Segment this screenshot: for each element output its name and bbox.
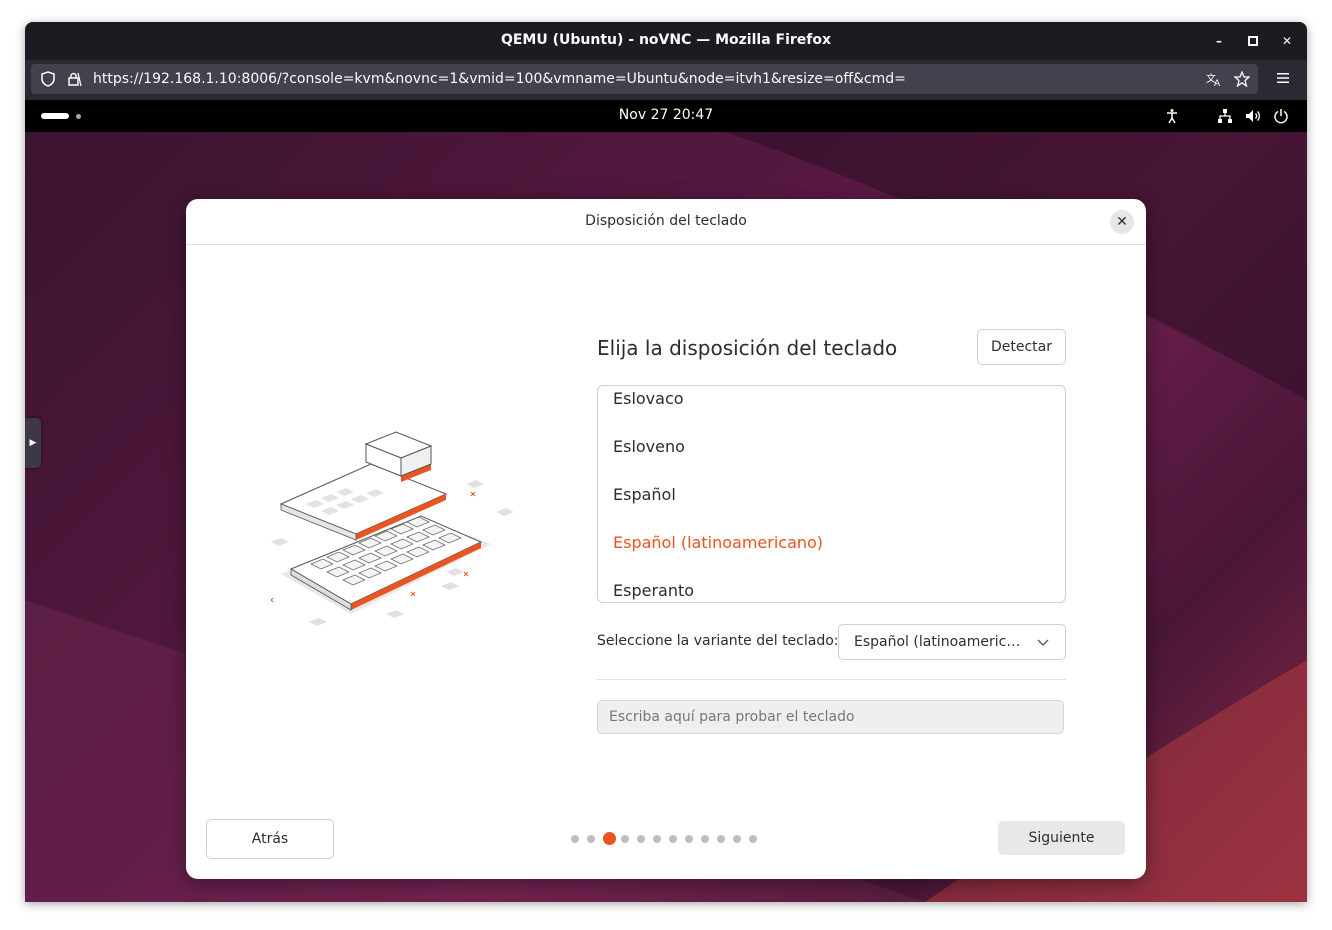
list-item-selected[interactable]: Español (latinoamericano) — [613, 533, 823, 552]
keyboard-layout-dialog: Disposición del teclado ✕ Elija la dispo… — [186, 199, 1146, 879]
variant-label: Seleccione la variante del teclado: — [597, 633, 839, 649]
network-icon[interactable] — [1217, 108, 1233, 124]
novnc-control-bar-handle[interactable]: ▶ — [25, 418, 41, 468]
step-dot — [571, 835, 579, 843]
list-item[interactable]: Esloveno — [613, 437, 685, 456]
svg-text:A: A — [1214, 79, 1221, 87]
list-item[interactable]: Eslovaco — [613, 389, 684, 408]
keyboard-test-input[interactable] — [597, 700, 1064, 734]
navigation-bar: https://192.168.1.10:8006/?console=kvm&n… — [25, 60, 1307, 100]
close-dialog-button[interactable]: ✕ — [1110, 210, 1134, 234]
divider — [597, 679, 1066, 680]
variant-selected-value: Español (latinoamericano) — [854, 634, 1024, 650]
browser-titlebar: QEMU (Ubuntu) - noVNC — Mozilla Firefox … — [25, 22, 1307, 60]
list-item[interactable]: Español — [613, 485, 676, 504]
hamburger-menu-icon[interactable] — [1275, 70, 1291, 86]
next-button[interactable]: Siguiente — [998, 821, 1125, 855]
browser-window: QEMU (Ubuntu) - noVNC — Mozilla Firefox … — [25, 22, 1307, 902]
close-window-icon[interactable]: ✕ — [1277, 31, 1297, 51]
window-title: QEMU (Ubuntu) - noVNC — Mozilla Firefox — [500, 32, 832, 48]
layout-heading: Elija la disposición del teclado — [597, 336, 898, 360]
dialog-header: Disposición del teclado ✕ — [186, 199, 1146, 245]
clock[interactable]: Nov 27 20:47 — [25, 107, 1307, 123]
url-bar[interactable]: https://192.168.1.10:8006/?console=kvm&n… — [31, 64, 1258, 94]
step-dot — [749, 835, 757, 843]
step-dot — [701, 835, 709, 843]
minimize-icon[interactable]: – — [1209, 31, 1229, 51]
bookmark-star-icon[interactable] — [1234, 71, 1250, 87]
step-dot-active — [603, 832, 616, 845]
step-dot — [733, 835, 741, 843]
dialog-title: Disposición del teclado — [585, 213, 747, 229]
keyboard-illustration — [271, 431, 514, 626]
power-icon[interactable] — [1273, 108, 1289, 124]
step-dot — [669, 835, 677, 843]
url-text: https://192.168.1.10:8006/?console=kvm&n… — [93, 71, 906, 87]
step-dot — [717, 835, 725, 843]
variant-dropdown[interactable]: Español (latinoamericano) — [838, 624, 1066, 660]
keyboard-layout-list[interactable]: Eslovaco Esloveno Español Español (latin… — [597, 385, 1066, 603]
step-dot — [587, 835, 595, 843]
maximize-icon[interactable] — [1243, 31, 1263, 51]
accessibility-icon[interactable] — [1164, 108, 1180, 124]
lock-warning-icon[interactable] — [66, 71, 82, 87]
step-dot — [637, 835, 645, 843]
step-dot — [685, 835, 693, 843]
vnc-viewport[interactable]: Nov 27 20:47 ▶ Disposición del teclado ✕… — [25, 100, 1307, 902]
list-item[interactable]: Esperanto — [613, 581, 694, 600]
volume-icon[interactable] — [1245, 108, 1261, 124]
back-button[interactable]: Atrás — [206, 819, 334, 859]
translate-icon[interactable]: 文 A — [1206, 71, 1222, 87]
chevron-down-icon — [1037, 639, 1049, 646]
tracking-shield-icon[interactable] — [40, 71, 56, 87]
detect-button[interactable]: Detectar — [977, 329, 1066, 365]
step-dot — [621, 835, 629, 843]
gnome-top-bar: Nov 27 20:47 — [25, 100, 1307, 132]
step-dot — [653, 835, 661, 843]
